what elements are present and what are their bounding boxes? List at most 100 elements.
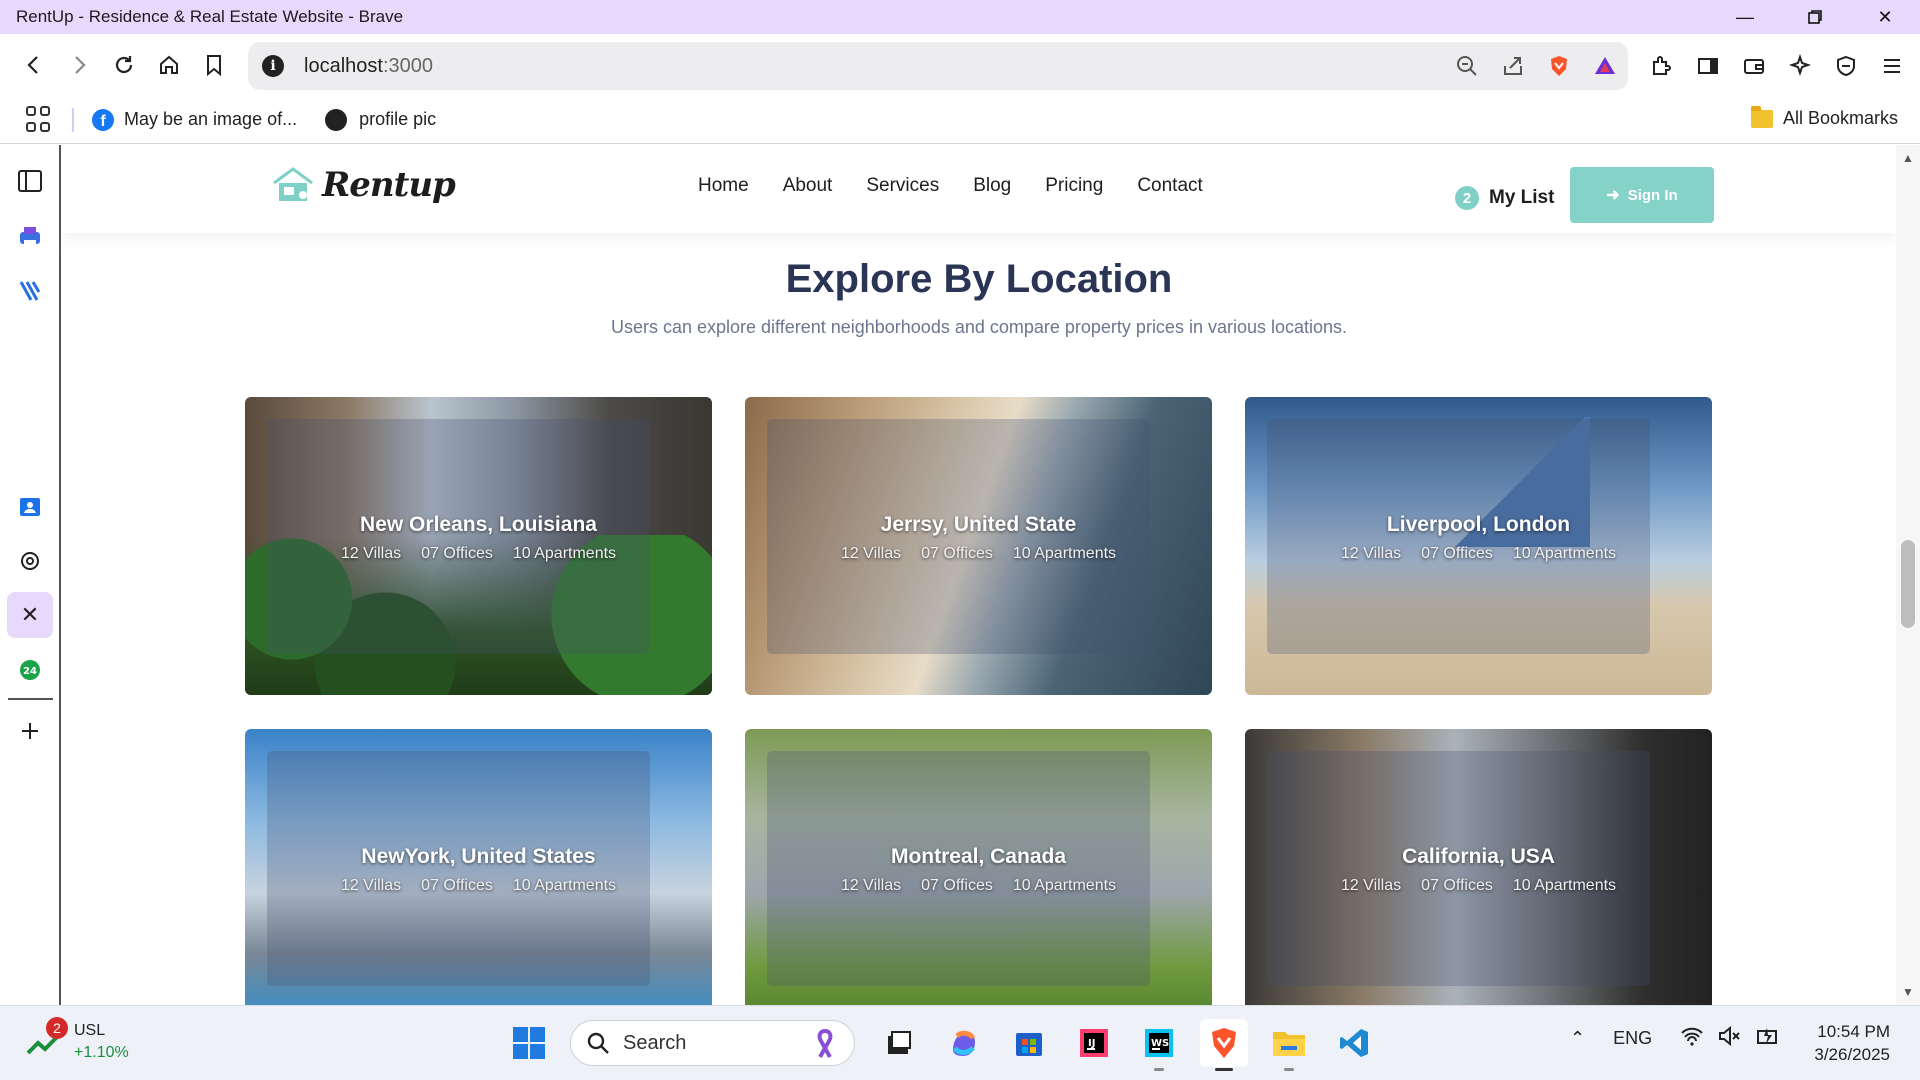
chevron-up-icon[interactable]: ⌃: [1570, 1028, 1585, 1049]
print-app-icon[interactable]: [14, 221, 46, 253]
restore-icon[interactable]: [1780, 0, 1850, 34]
apartments-count: 10 Apartments: [1012, 545, 1117, 562]
scroll-down-icon[interactable]: ▼: [1902, 985, 1914, 999]
add-sidebar-item-icon[interactable]: [14, 715, 46, 747]
search-label: Search: [623, 1031, 687, 1054]
wifi-icon[interactable]: [1680, 1026, 1704, 1051]
svg-text:WS: WS: [1151, 1038, 1169, 1049]
url-text[interactable]: localhost:3000: [304, 55, 1444, 78]
home-icon[interactable]: [147, 43, 191, 87]
ribbon-icon: [817, 1029, 833, 1058]
minimize-icon[interactable]: —: [1710, 0, 1780, 34]
page-viewport: Rentup Home About Services Blog Pricing …: [62, 145, 1920, 1005]
sign-in-label: Sign In: [1627, 186, 1678, 204]
location-name: Liverpool, London: [1386, 513, 1571, 536]
address-bar[interactable]: i localhost:3000: [248, 42, 1628, 90]
file-explorer-icon[interactable]: [1265, 1019, 1313, 1071]
house-logo-icon: [270, 165, 316, 205]
volume-muted-icon[interactable]: [1718, 1025, 1742, 1051]
location-stats: 12 Villas 07 Offices 10 Apartments: [745, 545, 1212, 563]
my-list-button[interactable]: 2 My List: [1455, 186, 1554, 210]
location-name: NewYork, United States: [361, 845, 596, 868]
bookmark-label: profile pic: [359, 109, 437, 129]
nav-contact[interactable]: Contact: [1137, 175, 1202, 197]
microsoft-store-icon[interactable]: [1005, 1019, 1053, 1067]
bookmark-icon[interactable]: [192, 43, 236, 87]
language-indicator[interactable]: ENG: [1613, 1028, 1652, 1049]
vpn-icon[interactable]: [1823, 44, 1868, 88]
running-indicator: [1154, 1068, 1164, 1071]
sidebar-toggle-icon[interactable]: [1685, 44, 1730, 88]
chatgpt-icon[interactable]: [14, 545, 46, 577]
folder-icon: [1750, 105, 1773, 128]
brave-shields-icon[interactable]: [1536, 46, 1582, 86]
location-card[interactable]: NewYork, United States 12 Villas 07 Offic…: [245, 729, 712, 1005]
wallet-icon[interactable]: [1731, 44, 1776, 88]
reload-icon[interactable]: [102, 43, 146, 87]
wave-app-icon[interactable]: [14, 275, 46, 307]
apartments-count: 10 Apartments: [1012, 877, 1117, 894]
x-app-icon[interactable]: ✕: [7, 592, 53, 638]
windows-start-icon[interactable]: [505, 1019, 553, 1067]
facebook-icon: f: [92, 108, 114, 131]
location-card[interactable]: Montreal, Canada 12 Villas 07 Offices 10 A…: [745, 729, 1212, 1005]
bookmark-item-facebook[interactable]: f May be an image of...: [92, 108, 298, 131]
location-card[interactable]: New Orleans, Louisiana 12 Villas 07 Offic…: [245, 397, 712, 695]
share-icon[interactable]: [1490, 46, 1536, 86]
nav-blog[interactable]: Blog: [973, 175, 1011, 197]
scroll-up-icon[interactable]: ▲: [1902, 151, 1914, 165]
bookmark-item-profile-pic[interactable]: profile pic: [325, 108, 437, 131]
forward-icon[interactable]: [57, 43, 101, 87]
offices-count: 07 Offices: [1421, 877, 1493, 894]
running-indicator: [1284, 1068, 1294, 1071]
scrollbar-thumb[interactable]: [1901, 540, 1915, 628]
nav-home[interactable]: Home: [698, 175, 749, 197]
back-icon[interactable]: [12, 43, 56, 87]
zoom-out-icon[interactable]: [1444, 46, 1490, 86]
task-view-icon[interactable]: [875, 1019, 923, 1067]
menu-icon[interactable]: [1869, 44, 1914, 88]
my-list-count-badge: 2: [1455, 186, 1479, 210]
clock-time: 10:54 PM: [1817, 1022, 1890, 1041]
intellij-idea-icon[interactable]: IJ: [1070, 1019, 1118, 1067]
bookmark-label: May be an image of...: [124, 109, 298, 129]
taskbar-search[interactable]: Search: [570, 1020, 855, 1066]
taskbar-clock[interactable]: 10:54 PM 3/26/2025: [1790, 1020, 1890, 1066]
url-port: :3000: [382, 54, 433, 77]
leo-ai-icon[interactable]: [1777, 44, 1822, 88]
all-bookmarks-button[interactable]: All Bookmarks: [1750, 105, 1898, 129]
battery-charging-icon[interactable]: [1756, 1026, 1780, 1051]
copilot-icon[interactable]: [940, 1019, 988, 1067]
vscode-icon[interactable]: [1330, 1019, 1378, 1067]
brave-rewards-icon[interactable]: [1582, 46, 1628, 86]
offices-count: 07 Offices: [921, 877, 993, 894]
sign-in-button[interactable]: ➜ Sign In: [1570, 167, 1714, 223]
location-card[interactable]: California, USA 12 Villas 07 Offices 10 Ap…: [1245, 729, 1712, 1005]
location-card[interactable]: Liverpool, London 12 Villas 07 Offices 10 …: [1245, 397, 1712, 695]
close-icon[interactable]: ✕: [1850, 0, 1920, 34]
brave-browser-icon[interactable]: [1200, 1019, 1248, 1071]
nav-pricing[interactable]: Pricing: [1045, 175, 1103, 197]
extensions-icon[interactable]: [1639, 44, 1684, 88]
contacts-app-icon[interactable]: [14, 491, 46, 523]
window-title-bar: RentUp - Residence & Real Estate Website…: [0, 0, 1920, 34]
bookmarks-separator: [72, 107, 74, 132]
nav-services[interactable]: Services: [866, 175, 939, 197]
browser-sidebar: ✕ 24: [0, 145, 61, 1005]
stock-widget[interactable]: 2 USL +1.10%: [26, 1017, 129, 1064]
sidebar-panel-icon[interactable]: [14, 165, 46, 197]
clock-24-app-icon[interactable]: 24: [14, 654, 46, 686]
logo-text: Rentup: [322, 165, 456, 205]
location-card[interactable]: Jerrsy, United State 12 Villas 07 Offices…: [745, 397, 1212, 695]
stock-chart-icon: 2: [26, 1017, 68, 1057]
apps-grid-icon[interactable]: [26, 105, 54, 134]
stock-change: +1.10%: [74, 1044, 129, 1061]
webstorm-icon[interactable]: WS: [1135, 1019, 1183, 1071]
site-logo[interactable]: Rentup: [270, 165, 456, 205]
location-name: California, USA: [1402, 845, 1555, 868]
stock-symbol: USL: [74, 1022, 106, 1039]
windows-taskbar: 2 USL +1.10% Search IJ WS ⌃ ENG 10:54 PM…: [0, 1005, 1920, 1080]
nav-about[interactable]: About: [783, 175, 833, 197]
site-info-icon[interactable]: i: [262, 55, 284, 77]
page-scrollbar[interactable]: ▲ ▼: [1896, 145, 1920, 1005]
